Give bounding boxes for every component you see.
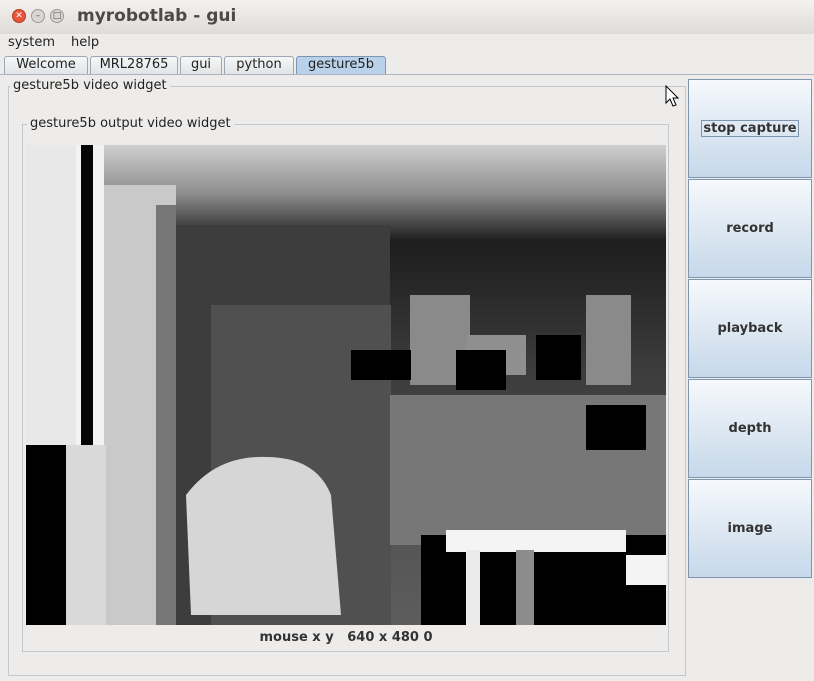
stop-capture-label: stop capture [701,120,799,137]
minimize-icon[interactable]: – [31,9,45,23]
playback-button[interactable]: playback [688,279,812,378]
record-label: record [726,221,774,236]
video-widget-title: gesture5b video widget [10,78,170,93]
stop-capture-button[interactable]: stop capture [688,79,812,178]
tab-strip: Welcome MRL28765 gui python gesture5b [0,54,814,75]
maximize-icon[interactable]: □ [50,9,64,23]
title-bar: ✕ – □ myrobotlab - gui [0,0,814,35]
playback-label: playback [717,321,783,336]
tab-mrl28765[interactable]: MRL28765 [90,56,178,74]
output-video-title: gesture5b output video widget [27,116,234,131]
menu-system[interactable]: system [8,35,55,50]
depth-button[interactable]: depth [688,379,812,478]
mouse-pointer-icon [665,85,679,107]
window-title: myrobotlab - gui [77,6,237,26]
tab-welcome[interactable]: Welcome [4,56,88,74]
mouse-coordinates: mouse x y 640 x 480 0 [26,630,666,645]
image-label: image [727,521,773,536]
tab-gesture5b[interactable]: gesture5b [296,56,386,74]
depth-image [26,145,666,625]
menu-bar: system help [0,34,814,54]
close-icon[interactable]: ✕ [12,9,26,23]
tab-python[interactable]: python [224,56,294,74]
tab-gui[interactable]: gui [180,56,222,74]
image-button[interactable]: image [688,479,812,578]
depth-video-frame[interactable] [26,145,666,625]
mouse-label: mouse x y [259,630,334,645]
depth-label: depth [728,421,772,436]
menu-help[interactable]: help [71,35,99,50]
record-button[interactable]: record [688,179,812,278]
mouse-value: 640 x 480 0 [347,630,433,645]
